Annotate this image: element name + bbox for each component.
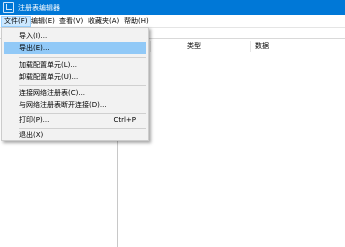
menu-view[interactable]: 查看(V) <box>57 16 85 27</box>
window-title: 注册表编辑器 <box>18 4 60 12</box>
menu-edit[interactable]: 编辑(E) <box>29 16 57 27</box>
menu-item-exit[interactable]: 退出(X) <box>4 129 146 141</box>
menu-item-shortcut: Ctrl+P <box>113 116 136 124</box>
menu-item-print[interactable]: 打印(P)... Ctrl+P <box>4 114 146 126</box>
file-menu-dropdown: 导入(I)... 导出(E)... 加载配置单元(L)... 卸载配置单元(U)… <box>1 27 149 141</box>
menu-separator <box>19 57 146 58</box>
menu-help[interactable]: 帮助(H) <box>122 16 151 27</box>
column-header-data[interactable]: 数据 <box>255 40 269 53</box>
menu-item-label: 导入(I)... <box>19 32 48 40</box>
column-separator[interactable] <box>250 41 251 52</box>
menu-item-label: 连接网络注册表(C)... <box>19 89 86 97</box>
column-header-type[interactable]: 类型 <box>187 40 201 53</box>
registry-app-icon <box>3 2 14 13</box>
column-separator[interactable] <box>150 41 151 52</box>
menu-item-connect-network[interactable]: 连接网络注册表(C)... <box>4 87 146 99</box>
menu-item-label: 卸载配置单元(U)... <box>19 73 79 81</box>
menu-item-label: 导出(E)... <box>19 44 50 52</box>
menu-separator <box>19 85 146 86</box>
menu-item-load-hive[interactable]: 加载配置单元(L)... <box>4 59 146 71</box>
menu-item-export[interactable]: 导出(E)... <box>4 42 146 54</box>
menu-favorites[interactable]: 收藏夹(A) <box>86 16 121 27</box>
menu-item-label: 退出(X) <box>19 131 44 139</box>
menu-item-label: 加载配置单元(L)... <box>19 61 78 69</box>
menu-item-disconnect-network[interactable]: 与网络注册表断开连接(D)... <box>4 99 146 111</box>
menu-item-label: 与网络注册表断开连接(D)... <box>19 101 107 109</box>
menu-item-label: 打印(P)... <box>19 116 50 124</box>
menu-item-import[interactable]: 导入(I)... <box>4 30 146 42</box>
menu-item-unload-hive[interactable]: 卸载配置单元(U)... <box>4 71 146 83</box>
menu-file[interactable]: 文件(F) <box>1 16 31 27</box>
title-bar[interactable]: 注册表编辑器 <box>0 0 345 15</box>
